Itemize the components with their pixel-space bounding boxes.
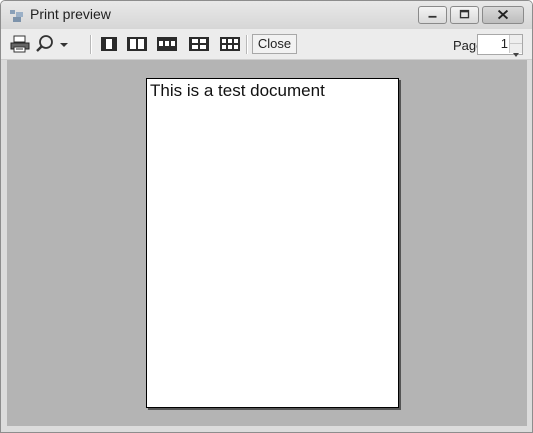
four-pages-icon[interactable] xyxy=(188,34,210,54)
one-page-icon[interactable] xyxy=(99,34,119,54)
minimize-button[interactable] xyxy=(418,6,447,24)
minimize-icon xyxy=(428,15,437,18)
close-window-button[interactable] xyxy=(482,6,524,24)
printer-icon[interactable] xyxy=(9,34,31,54)
window-app-icon xyxy=(10,10,23,22)
page-number-value[interactable]: 1 xyxy=(501,36,508,51)
print-preview-window: Print preview Close Page 1 This is a tes… xyxy=(0,0,533,433)
title-bar[interactable]: Print preview xyxy=(1,1,532,29)
preview-page: This is a test document xyxy=(146,78,399,408)
zoom-dropdown-arrow-icon[interactable] xyxy=(59,34,69,54)
toolbar: Close Page 1 xyxy=(1,29,532,60)
toolbar-separator xyxy=(246,35,248,54)
window-title: Print preview xyxy=(30,6,111,22)
close-icon xyxy=(497,9,509,20)
close-button[interactable]: Close xyxy=(252,34,297,54)
preview-area[interactable]: This is a test document xyxy=(7,60,527,426)
three-pages-icon[interactable] xyxy=(156,34,178,54)
toolbar-separator xyxy=(90,35,92,54)
maximize-button[interactable] xyxy=(450,6,479,24)
page-down-button[interactable] xyxy=(509,44,522,57)
six-pages-icon[interactable] xyxy=(219,34,241,54)
maximize-icon xyxy=(459,9,470,19)
page-up-button[interactable] xyxy=(509,35,522,48)
spin-down-icon xyxy=(513,53,519,57)
document-text: This is a test document xyxy=(150,81,325,100)
page-number-input[interactable]: 1 xyxy=(477,34,523,57)
two-pages-icon[interactable] xyxy=(126,34,148,54)
magnifier-icon[interactable] xyxy=(34,34,56,54)
